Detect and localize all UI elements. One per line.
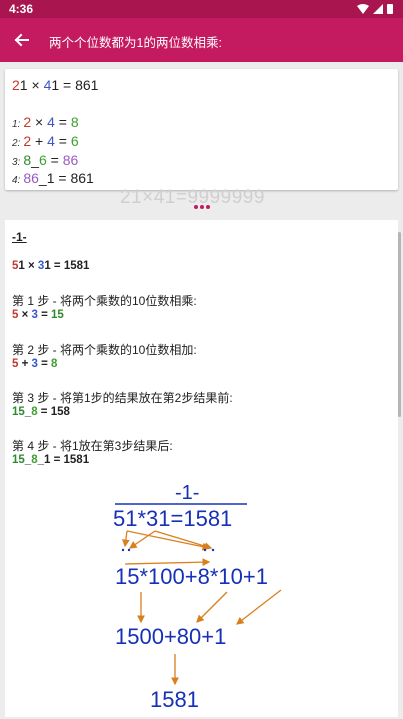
diagram-line-4: 1581 <box>150 687 199 712</box>
solution-diagram: -1- 51*31=1581 15*100+8*10+1 1500+80+1 1… <box>113 484 282 712</box>
summary-step-4: 4: 86_1 = 861 <box>12 170 94 187</box>
step-2-label: 第 2 步 - 将两个乘数的10位数相加: <box>12 343 197 357</box>
scrollbar[interactable] <box>398 232 401 417</box>
step-2-expression: 5 + 3 = 8 <box>12 358 58 370</box>
page-title: 两个个位数都为1的两位数相乘: <box>49 36 222 50</box>
summary-step-1: 1: 2 × 4 = 8 <box>12 114 79 130</box>
step-1-expression: 5 × 3 = 15 <box>12 309 64 321</box>
summary-step-3: 3: 8_6 = 86 <box>12 151 79 168</box>
signal-icon <box>373 4 383 14</box>
arrow-left-icon <box>14 33 29 47</box>
summary-card: 21 × 41 = 861 1: 2 × 4 = 8 2: 2 + 4 = 6 3:… <box>5 69 398 190</box>
battery-icon <box>387 4 393 14</box>
detail-equation: 51 × 31 = 1581 <box>12 260 90 272</box>
diagram-line-3: 1500+80+1 <box>115 624 226 649</box>
step-3-label: 第 3 步 - 将第1步的结果放在第2步结果前: <box>12 391 233 405</box>
step-4-expression: 15_8_1 = 1581 <box>12 454 90 466</box>
diagram-arrows <box>121 530 282 686</box>
wifi-icon <box>357 4 369 14</box>
step-1-label: 第 1 步 - 将两个乘数的10位数相乘: <box>12 294 197 308</box>
summary-steps: 1: 2 × 4 = 8 2: 2 + 4 = 6 3: 8_6 = 86 4: 86_… <box>12 113 94 188</box>
diagram-line-1: 51*31=1581 <box>113 506 232 531</box>
status-bar: 4:36 <box>0 0 403 18</box>
status-time: 4:36 <box>9 2 34 16</box>
diagram-dots <box>121 548 215 552</box>
section-title: -1- <box>12 230 27 244</box>
diagram-line-2: 15*100+8*10+1 <box>115 564 268 589</box>
diagram-title: -1- <box>175 484 199 504</box>
summary-step-2: 2: 2 + 4 = 6 <box>12 132 79 149</box>
drag-handle-icon[interactable] <box>193 204 211 210</box>
problem-equation: 21 × 41 = 861 <box>12 77 99 93</box>
back-button[interactable] <box>8 26 36 54</box>
step-4-label: 第 4 步 - 将1放在第3步结果后: <box>12 439 173 453</box>
detail-card: -1- 51 × 31 = 1581 第 1 步 - 将两个乘数的10位数相乘:… <box>5 220 398 717</box>
status-icons <box>357 4 393 14</box>
app-bar: 两个个位数都为1的两位数相乘: <box>0 18 403 62</box>
step-3-expression: 15_8 = 158 <box>12 406 70 418</box>
